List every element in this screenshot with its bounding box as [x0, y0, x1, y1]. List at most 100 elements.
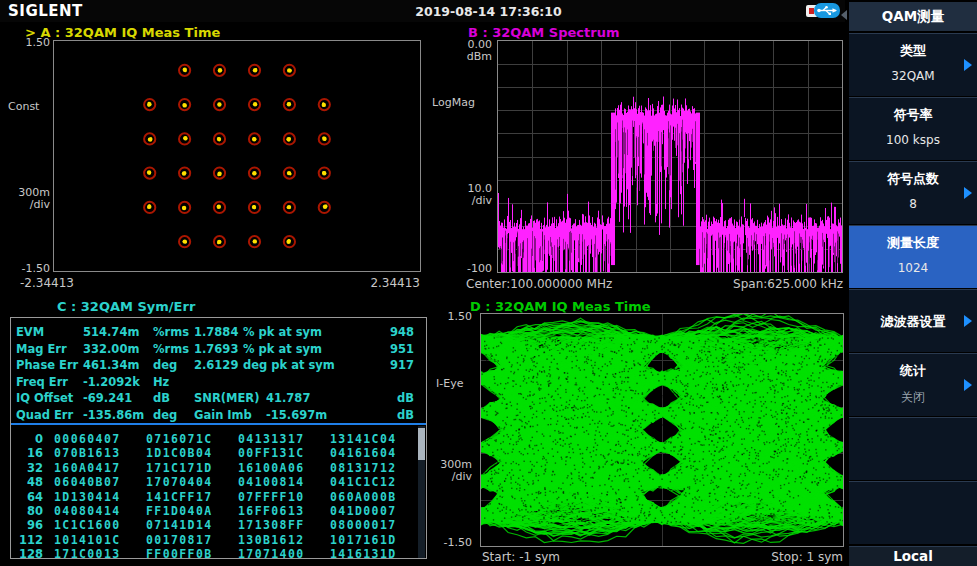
scrollbar-thumb[interactable] [418, 428, 425, 460]
hex-group: 171C0013 [54, 547, 121, 561]
hex-addr: 48 [13, 475, 43, 489]
err-cell: -15.697m [266, 408, 327, 422]
hex-group: 08000017 [330, 518, 397, 532]
hex-group: 1416131D [330, 547, 397, 561]
hex-group: 16100A06 [238, 461, 305, 475]
plot-a-ymin: -1.50 [10, 262, 50, 275]
plot-d-stop: Stop: 1 sym [700, 550, 843, 564]
hex-group: 1D1C0B04 [146, 446, 213, 460]
err-cell: % pk at sym [243, 325, 322, 339]
err-cell: -1.2092k [83, 375, 140, 389]
err-cell: 951 [390, 342, 414, 356]
top-status-bar: SIGLENT 2019-08-14 17:36:10 [0, 0, 845, 22]
softkey-menu: QAM测量 类型32QAM符号率100 ksps符号点数8测量长度1024滤波器… [845, 0, 977, 566]
hex-group: 07FFFF10 [238, 490, 305, 504]
hex-group: 1017161D [330, 533, 397, 547]
hex-group: 16FF0613 [238, 504, 305, 518]
plot-d-ymax: 1.50 [438, 310, 472, 323]
hex-group: 130B1612 [238, 533, 305, 547]
plot-b-trace-label: LogMag [432, 96, 475, 109]
panel-c-title-text: C : 32QAM Sym/Err [57, 299, 195, 314]
hex-addr: 80 [13, 504, 43, 518]
panel-a-title: > A : 32QAM IQ Meas Time [25, 25, 220, 40]
hex-group: 07141D14 [146, 518, 213, 532]
hex-group: 00060407 [54, 432, 121, 446]
eye-diagram-plot[interactable] [480, 313, 844, 547]
eye-diagram-trace [481, 314, 843, 546]
hex-group: 17071400 [238, 547, 305, 561]
err-cell: 917 [390, 358, 414, 372]
hex-addr: 0 [13, 432, 43, 446]
softkey-label: 滤波器设置 [849, 313, 977, 331]
softkey-类型[interactable]: 类型32QAM [849, 33, 977, 96]
plot-b-scale-unit: /div [452, 194, 492, 207]
table-divider [11, 423, 426, 425]
hex-row: 8004080414FF1D040A16FF0613041D0007 [11, 504, 426, 519]
err-cell: Hz [153, 375, 169, 389]
menu-back-arrow-icon[interactable] [841, 10, 847, 20]
hex-addr: 128 [13, 547, 43, 561]
plot-b-ymin: -100 [452, 262, 492, 275]
plot-a-ymax: 1.50 [10, 36, 50, 49]
plot-b-span: Span:625.000 kHz [700, 277, 843, 291]
err-cell: -69.241 [83, 391, 132, 405]
plot-d-start: Start: -1 sym [482, 550, 560, 564]
hex-group: 171308FF [238, 518, 305, 532]
err-cell: 948 [390, 325, 414, 339]
err-cell: 2.6129 [194, 358, 238, 372]
plot-d-ymin: -1.50 [438, 536, 472, 549]
plot-b-center-freq: Center:100.000000 MHz [466, 277, 612, 291]
softkey-测量长度[interactable]: 测量长度 1024 [849, 225, 977, 288]
hex-addr: 96 [13, 518, 43, 532]
hex-group: 00170817 [146, 533, 213, 547]
err-cell: Quad Err [16, 408, 73, 422]
softkey-滤波器设置[interactable]: 滤波器设置 [849, 289, 977, 352]
err-row: EVM514.74m%rms1.7884% pk at sym948 [11, 325, 426, 342]
hex-row: 961C1C160007141D14171308FF08000017 [11, 518, 426, 533]
hex-row: 1121014101C00170817130B16121017161D [11, 533, 426, 548]
softkey-符号点数[interactable]: 符号点数8 [849, 161, 977, 224]
constellation-plot[interactable] [53, 40, 421, 272]
softkey-label: 测量长度 [849, 234, 977, 252]
err-cell: -135.86m [83, 408, 144, 422]
hex-group: 1D130414 [54, 490, 121, 504]
err-cell: Phase Err [16, 358, 78, 372]
submenu-arrow-icon [964, 315, 972, 327]
spectrum-plot[interactable] [497, 40, 843, 273]
hex-addr: 64 [13, 490, 43, 504]
hex-group: 041C1C12 [330, 475, 397, 489]
err-cell: dB [397, 408, 414, 422]
hex-group: 04100814 [238, 475, 305, 489]
panel-c-title: C : 32QAM Sym/Err [57, 299, 195, 314]
plot-a-xmin: -2.34413 [20, 276, 74, 290]
hex-group: 160A0417 [54, 461, 121, 475]
hex-group: 00FF131C [238, 446, 305, 460]
symerr-table[interactable]: EVM514.74m%rms1.7884% pk at sym948Mag Er… [10, 317, 427, 559]
usb-glyph [814, 3, 840, 18]
err-row: Mag Err332.00m%rms1.7693% pk at sym951 [11, 342, 426, 359]
plot-d-trace-label: I-Eye [436, 377, 463, 390]
softkey-统计[interactable]: 统计关闭 [849, 353, 977, 416]
softkey-label: 符号率 [849, 106, 977, 124]
hex-group: 13141C04 [330, 432, 397, 446]
err-cell: deg pk at sym [243, 358, 335, 372]
err-cell: 1.7884 [194, 325, 238, 339]
err-cell: 461.34m [83, 358, 139, 372]
err-cell: Gain Imb [194, 408, 252, 422]
err-cell: 1.7693 [194, 342, 238, 356]
spectrum-trace [498, 41, 842, 272]
submenu-arrow-icon [964, 379, 972, 391]
softkey-label: 统计 [849, 362, 977, 380]
plot-a-trace-label: Const [8, 100, 39, 113]
hex-group: 060A000B [330, 490, 397, 504]
local-button[interactable]: Local [849, 546, 977, 566]
softkey-value: 8 [849, 197, 977, 211]
hex-group: FF00FF0B [146, 547, 213, 561]
softkey-value: 1024 [849, 261, 977, 275]
softkey-符号率[interactable]: 符号率100 ksps [849, 97, 977, 160]
hex-group: FF1D040A [146, 504, 213, 518]
hex-group: 171C171D [146, 461, 213, 475]
hex-row: 0000604070716071C0413131713141C04 [11, 432, 426, 447]
err-cell: EVM [16, 325, 44, 339]
err-cell: %rms [153, 325, 189, 339]
